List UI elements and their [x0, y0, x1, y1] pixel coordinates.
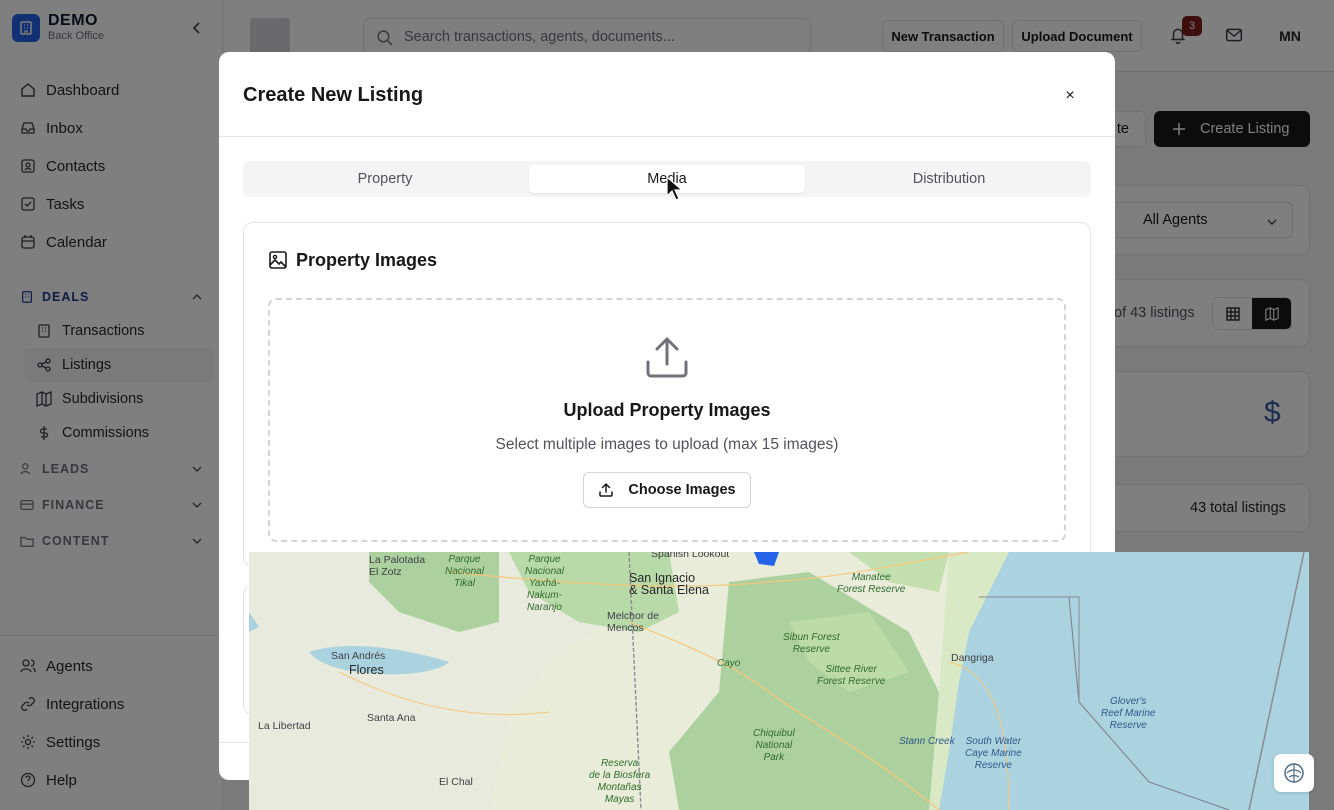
image-icon: [269, 251, 287, 269]
map-label: Spanish Lookout: [651, 552, 730, 560]
map-label: El Chal: [439, 776, 473, 788]
upload-icon: [599, 482, 614, 497]
map-label: Melchor de Mencos: [607, 610, 659, 634]
map-label: San Andrés: [331, 650, 386, 662]
map-label: Santa Ana: [367, 712, 416, 724]
map-label: Sittee River Forest Reserve: [817, 664, 886, 687]
map-label: Glover's Reef Marine Reserve: [1101, 696, 1156, 731]
map-label: Stann Creek: [899, 736, 955, 747]
map-label: Manatee Forest Reserve: [837, 572, 906, 595]
map-label: Sibun Forest Reserve: [783, 632, 840, 655]
map-label: San Ignacio & Santa Elena: [629, 571, 709, 597]
close-icon[interactable]: ×: [1062, 88, 1078, 104]
dialog-title: Create New Listing: [243, 84, 424, 106]
map-base: [249, 552, 1309, 810]
dialog-divider: [219, 136, 1115, 137]
section-title: Property Images: [296, 250, 438, 270]
map-label: Chiquibul National Park: [753, 728, 795, 763]
map-label: Flores: [349, 663, 384, 677]
upload-subtitle: Select multiple images to upload (max 15…: [495, 436, 839, 453]
map-label: La Palotada El Zotz: [369, 554, 426, 578]
map-label: Reserva de la Biosfera Montañas Mayas: [589, 758, 651, 805]
map-label: La Libertad: [258, 720, 311, 732]
map-attribution-button[interactable]: [1274, 754, 1314, 792]
mouse-cursor-icon: [666, 176, 682, 201]
map-label: Cayo: [717, 658, 741, 669]
upload-icon: [646, 337, 688, 378]
listings-map[interactable]: La Palotada El Zotz Parque Nacional Tika…: [249, 552, 1309, 810]
map-label: Parque Nacional Tikal: [445, 554, 484, 589]
choose-images-button[interactable]: Choose Images: [583, 472, 751, 508]
tab-distribution[interactable]: Distribution: [811, 165, 1087, 193]
map-label: South Water Caye Marine Reserve: [965, 736, 1022, 771]
tab-property[interactable]: Property: [247, 165, 523, 193]
map-logo-icon: [1284, 763, 1304, 783]
map-label: Dangriga: [951, 652, 994, 664]
map-label: Parque Nacional Yaxhá- Nakum- Naranjo: [525, 554, 564, 613]
upload-title: Upload Property Images: [563, 400, 771, 420]
choose-images-label: Choose Images: [628, 482, 736, 498]
